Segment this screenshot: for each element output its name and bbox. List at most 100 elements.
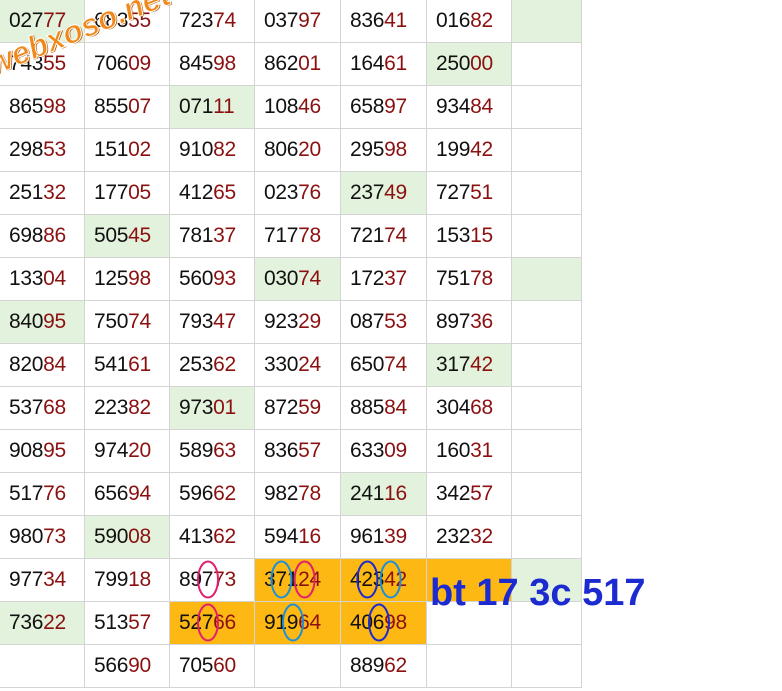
number-suffix: 32 (43, 181, 66, 204)
number-suffix: 09 (384, 439, 407, 462)
number-prefix: 897 (179, 568, 214, 591)
number-prefix: 980 (9, 525, 44, 548)
number-prefix: 889 (350, 654, 385, 677)
number-prefix: 406 (350, 611, 385, 634)
result-cell: 908 95 (0, 430, 85, 473)
number-suffix: 11 (213, 95, 235, 118)
result-cell: 974 20 (85, 430, 170, 473)
number-suffix: 74 (384, 353, 407, 376)
number-suffix: 64 (298, 611, 321, 634)
result-cell: 836 57 (255, 430, 341, 473)
result-cell: 250 00 (427, 43, 512, 86)
number-prefix: 342 (436, 482, 471, 505)
result-cell: 862 01 (255, 43, 341, 86)
number-suffix: 93 (213, 267, 236, 290)
number-suffix: 98 (43, 95, 66, 118)
result-cell: 016 82 (427, 0, 512, 43)
result-cell: 982 78 (255, 473, 341, 516)
result-cell: 806 20 (255, 129, 341, 172)
result-cell: 232 32 (427, 516, 512, 559)
result-cell: 596 62 (170, 473, 255, 516)
result-cell: 650 74 (341, 344, 427, 387)
number-suffix: 76 (298, 181, 321, 204)
result-cell: 865 98 (0, 86, 85, 129)
number-suffix: 34 (43, 568, 66, 591)
result-cell: 412 65 (170, 172, 255, 215)
number-prefix: 872 (264, 396, 299, 419)
result-cell: 527 66 (170, 602, 255, 645)
number-suffix: 53 (384, 310, 407, 333)
result-cell: 658 97 (341, 86, 427, 129)
number-prefix: 633 (350, 439, 385, 462)
number-prefix: 934 (436, 95, 471, 118)
result-cell: 371 24 (255, 559, 341, 602)
number-prefix: 974 (94, 439, 129, 462)
result-cell: 934 84 (427, 86, 512, 129)
number-suffix: 41 (384, 9, 407, 32)
number-suffix: 47 (213, 310, 236, 333)
number-prefix: 199 (436, 138, 471, 161)
result-cell: 973 01 (170, 387, 255, 430)
result-cell (512, 516, 582, 559)
result-cell (427, 645, 512, 688)
number-suffix: 95 (43, 439, 66, 462)
result-cell: 342 57 (427, 473, 512, 516)
number-prefix: 160 (436, 439, 471, 462)
number-suffix: 42 (470, 353, 493, 376)
number-prefix: 750 (94, 310, 129, 333)
number-suffix: 84 (43, 353, 66, 376)
result-cell: 799 18 (85, 559, 170, 602)
number-suffix: 68 (470, 396, 493, 419)
number-suffix: 78 (298, 482, 321, 505)
result-cell: 836 41 (341, 0, 427, 43)
number-prefix: 298 (9, 138, 44, 161)
result-cell: 125 98 (85, 258, 170, 301)
number-prefix: 133 (9, 267, 44, 290)
result-cell: 413 62 (170, 516, 255, 559)
result-cell: 253 62 (170, 344, 255, 387)
handwritten-note: bt 17 3c 517 (430, 572, 646, 614)
number-suffix: 37 (213, 224, 236, 247)
result-cell: 781 37 (170, 215, 255, 258)
result-cell: 977 34 (0, 559, 85, 602)
number-suffix: 62 (384, 654, 407, 677)
number-prefix: 656 (94, 482, 129, 505)
number-suffix: 97 (384, 95, 407, 118)
result-cell (512, 344, 582, 387)
number-prefix: 241 (350, 482, 385, 505)
result-cell: 108 46 (255, 86, 341, 129)
number-suffix: 00 (470, 52, 493, 75)
number-prefix: 594 (264, 525, 299, 548)
number-suffix: 78 (298, 224, 321, 247)
number-prefix: 237 (350, 181, 385, 204)
number-prefix: 650 (350, 353, 385, 376)
result-cell (512, 387, 582, 430)
number-suffix: 16 (384, 482, 407, 505)
number-prefix: 250 (436, 52, 471, 75)
number-prefix: 330 (264, 353, 299, 376)
number-suffix: 04 (43, 267, 66, 290)
number-prefix: 177 (94, 181, 129, 204)
result-cell: 698 86 (0, 215, 85, 258)
result-cell: 889 62 (341, 645, 427, 688)
result-cell: 541 61 (85, 344, 170, 387)
number-prefix: 982 (264, 482, 299, 505)
result-cell: 513 57 (85, 602, 170, 645)
number-suffix: 82 (213, 138, 236, 161)
result-cell: 304 68 (427, 387, 512, 430)
result-cell: 223 82 (85, 387, 170, 430)
result-cell: 980 73 (0, 516, 85, 559)
number-prefix: 108 (264, 95, 299, 118)
number-prefix: 751 (436, 267, 471, 290)
result-cell: 237 49 (341, 172, 427, 215)
number-suffix: 08 (128, 525, 151, 548)
number-prefix: 658 (350, 95, 385, 118)
number-suffix: 98 (128, 267, 151, 290)
number-prefix: 705 (179, 654, 214, 677)
result-cell: 241 16 (341, 473, 427, 516)
number-suffix: 24 (298, 568, 321, 591)
number-suffix: 37 (384, 267, 407, 290)
result-cell (512, 0, 582, 43)
number-prefix: 232 (436, 525, 471, 548)
result-cell (512, 129, 582, 172)
